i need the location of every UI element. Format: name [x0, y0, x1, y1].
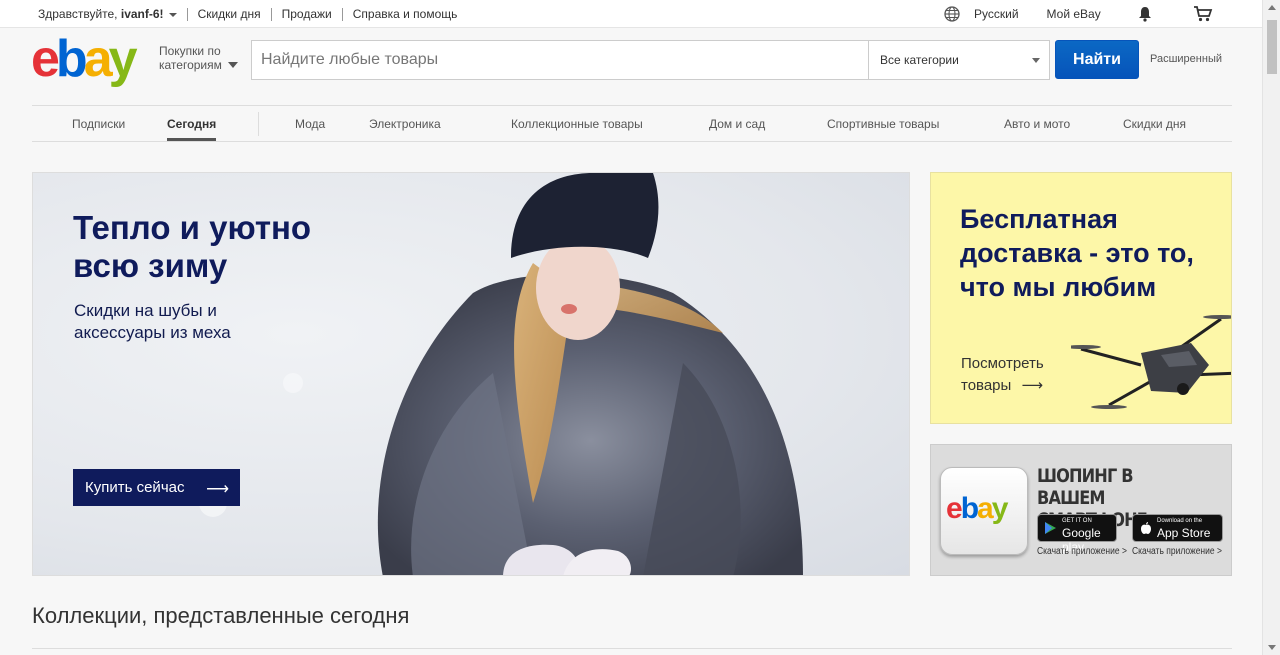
- scroll-down-icon[interactable]: [1268, 645, 1276, 650]
- nav-item-today[interactable]: Сегодня: [167, 117, 217, 141]
- arrow-right-icon: ⟶: [1021, 377, 1043, 394]
- search-input[interactable]: [252, 41, 868, 79]
- shop-by-line2: категориям: [159, 58, 222, 72]
- shop-by-category-button[interactable]: Покупки по категориям: [159, 44, 238, 72]
- nav-divider: [258, 112, 259, 136]
- google-play-small: GET IT ON: [1062, 518, 1092, 524]
- ebay-logo[interactable]: ebay: [31, 33, 138, 85]
- divider: [270, 7, 272, 21]
- arrow-right-icon: ⟶: [206, 481, 229, 498]
- divider: [341, 7, 343, 21]
- hero-title: Тепло и уютно всю зиму: [73, 209, 312, 284]
- apple-icon: [1141, 522, 1151, 534]
- nav-item-collectibles[interactable]: Коллекционные товары: [511, 117, 643, 131]
- nav-item-daily-deals[interactable]: Скидки дня: [1123, 117, 1186, 131]
- greeting-prefix: Здравствуйте,: [38, 7, 118, 21]
- app-store-big: App Store: [1157, 526, 1211, 540]
- top-utility-bar: Здравствуйте, ivanf-6! Скидки дня Продаж…: [0, 0, 1262, 28]
- globe-icon[interactable]: [944, 6, 960, 22]
- google-play-icon: [1045, 522, 1056, 534]
- search-bar: Все категории: [251, 40, 1050, 80]
- promo-link[interactable]: Посмотреть товары ⟶: [961, 353, 1081, 397]
- free-shipping-promo[interactable]: Бесплатная доставка - это то, что мы люб…: [930, 172, 1232, 424]
- app-store-small: Download on the: [1157, 518, 1203, 524]
- ebay-app-icon: ebay: [940, 467, 1028, 555]
- help-link[interactable]: Справка и помощь: [353, 7, 458, 21]
- nav-item-fashion[interactable]: Мода: [295, 117, 325, 131]
- drone-image: [1071, 315, 1231, 409]
- section-title: Коллекции, представленные сегодня: [32, 603, 410, 628]
- nav-item-electronics[interactable]: Электроника: [369, 117, 441, 131]
- scroll-up-icon[interactable]: [1268, 5, 1276, 10]
- username: ivanf-6!: [120, 7, 164, 21]
- my-ebay-link[interactable]: Мой eBay: [1047, 7, 1101, 21]
- category-select[interactable]: Все категории: [868, 41, 1050, 79]
- nav-item-sporting-goods[interactable]: Спортивные товары: [827, 117, 939, 131]
- cart-icon[interactable]: [1193, 6, 1213, 22]
- language-link[interactable]: Русский: [974, 7, 1019, 21]
- chevron-down-icon: [228, 62, 238, 68]
- nav-item-subscriptions[interactable]: Подписки: [72, 117, 125, 131]
- scrollbar[interactable]: [1262, 0, 1280, 655]
- buy-now-label: Купить сейчас: [85, 479, 185, 496]
- chevron-down-icon: [1032, 58, 1040, 63]
- category-select-value: Все категории: [880, 53, 959, 67]
- buy-now-button[interactable]: Купить сейчас ⟶: [73, 469, 240, 506]
- hero-banner[interactable]: Тепло и уютно всю зиму Скидки на шубы и …: [32, 172, 910, 576]
- hero-subtitle: Скидки на шубы и аксессуары из меха: [74, 301, 231, 342]
- header: ebay Покупки по категориям Все категории…: [0, 29, 1262, 89]
- nav-item-motors[interactable]: Авто и мото: [1004, 117, 1070, 131]
- search-button[interactable]: Найти: [1055, 40, 1139, 79]
- app-store-badge[interactable]: Download on the App Store: [1132, 514, 1223, 542]
- app-store-caption[interactable]: Скачать приложение >: [1132, 546, 1222, 557]
- google-play-caption[interactable]: Скачать приложение >: [1037, 546, 1127, 557]
- mobile-app-promo[interactable]: ebay ШОПИНГ В ВАШЕМ СМАРТФОНЕ GET IT ON …: [930, 444, 1232, 576]
- selling-link[interactable]: Продажи: [282, 7, 332, 21]
- shop-by-line1: Покупки по: [159, 44, 221, 58]
- daily-deals-link[interactable]: Скидки дня: [198, 7, 261, 21]
- promo-title: Бесплатная доставка - это то, что мы люб…: [960, 204, 1194, 302]
- greeting[interactable]: Здравствуйте, ivanf-6!: [38, 7, 177, 21]
- bell-icon[interactable]: [1137, 6, 1153, 22]
- divider: [186, 7, 188, 21]
- scrollbar-thumb[interactable]: [1267, 20, 1277, 74]
- category-nav: Подписки Сегодня Мода Электроника Коллек…: [32, 105, 1232, 142]
- chevron-down-icon: [168, 12, 177, 17]
- nav-item-home-garden[interactable]: Дом и сад: [709, 117, 765, 131]
- section-divider: [32, 648, 1232, 649]
- advanced-search-link[interactable]: Расширенный: [1150, 53, 1222, 65]
- google-play-badge[interactable]: GET IT ON Google play: [1037, 514, 1117, 554]
